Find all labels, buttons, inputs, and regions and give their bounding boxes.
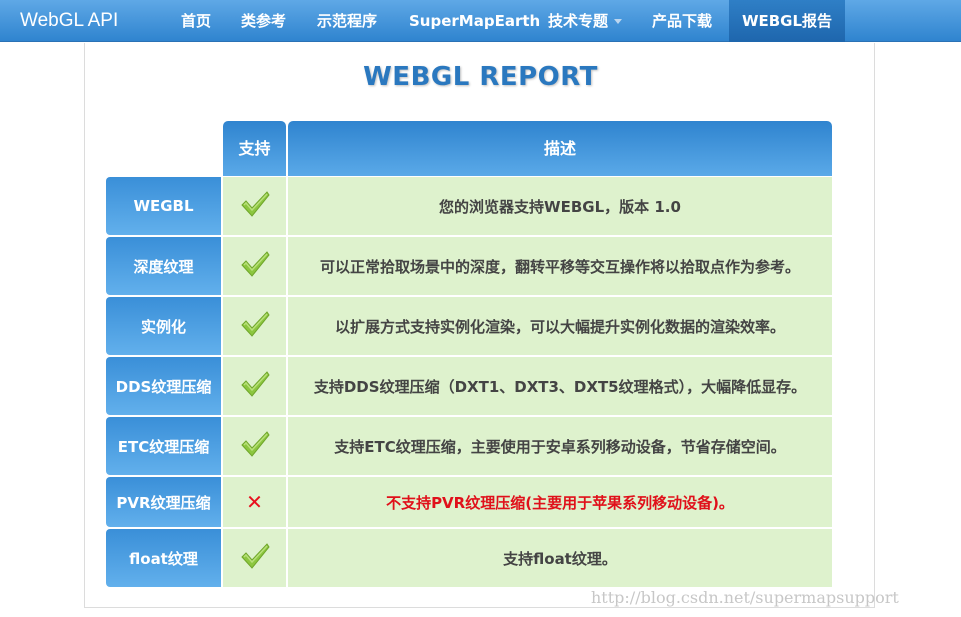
nav-item-tech-topics[interactable]: 技术专题 (548, 0, 623, 42)
checkmark-icon (239, 429, 271, 463)
nav-item-class-reference[interactable]: 类参考 (241, 0, 286, 42)
checkmark-icon (239, 189, 271, 223)
nav-item-supermapearth[interactable]: SuperMapEarth (409, 0, 540, 42)
row-header: DDS纹理压缩 (106, 357, 221, 415)
checkmark-icon (239, 249, 271, 283)
top-navbar: WebGL API 首页 类参考 示范程序 SuperMapEarth 技术专题… (0, 0, 961, 42)
checkmark-icon (239, 309, 271, 343)
description-cell: 以扩展方式支持实例化渲染，可以大幅提升实例化数据的渲染效率。 (288, 297, 832, 355)
row-header: 实例化 (106, 297, 221, 355)
brand-logo[interactable]: WebGL API (20, 0, 118, 42)
description-cell: 支持DDS纹理压缩（DXT1、DXT3、DXT5纹理格式），大幅降低显存。 (288, 357, 832, 415)
nav-item-downloads[interactable]: 产品下载 (652, 0, 712, 42)
page-title: WEBGL REPORT (363, 62, 598, 92)
support-cell (223, 237, 286, 295)
header-description: 描述 (288, 121, 832, 176)
row-header: ETC纹理压缩 (106, 417, 221, 475)
nav-item-examples[interactable]: 示范程序 (317, 0, 377, 42)
description-cell: 您的浏览器支持WEBGL，版本 1.0 (288, 177, 832, 235)
checkmark-icon (239, 369, 271, 403)
row-header: 深度纹理 (106, 237, 221, 295)
row-header: WEGBL (106, 177, 221, 235)
row-header: PVR纹理压缩 (106, 477, 221, 527)
support-cell (223, 357, 286, 415)
nav-item-home[interactable]: 首页 (181, 0, 211, 42)
support-cell (223, 177, 286, 235)
description-cell: 不支持PVR纹理压缩(主要用于苹果系列移动设备)。 (288, 477, 832, 527)
description-cell: 支持float纹理。 (288, 529, 832, 587)
description-cell: 支持ETC纹理压缩，主要使用于安卓系列移动设备，节省存储空间。 (288, 417, 832, 475)
support-cell (223, 529, 286, 587)
cross-icon: ✕ (246, 490, 263, 514)
description-cell: 可以正常拾取场景中的深度，翻转平移等交互操作将以拾取点作为参考。 (288, 237, 832, 295)
support-cell (223, 417, 286, 475)
chevron-down-icon (614, 19, 623, 24)
watermark: http://blog.csdn.net/supermapsupport (591, 588, 899, 607)
nav-item-tech-topics-label: 技术专题 (548, 12, 609, 30)
row-header: float纹理 (106, 529, 221, 587)
nav-item-webgl-report[interactable]: WEBGL报告 (729, 0, 845, 42)
support-cell (223, 297, 286, 355)
header-support: 支持 (223, 121, 286, 176)
checkmark-icon (239, 541, 271, 575)
support-cell: ✕ (223, 477, 286, 527)
